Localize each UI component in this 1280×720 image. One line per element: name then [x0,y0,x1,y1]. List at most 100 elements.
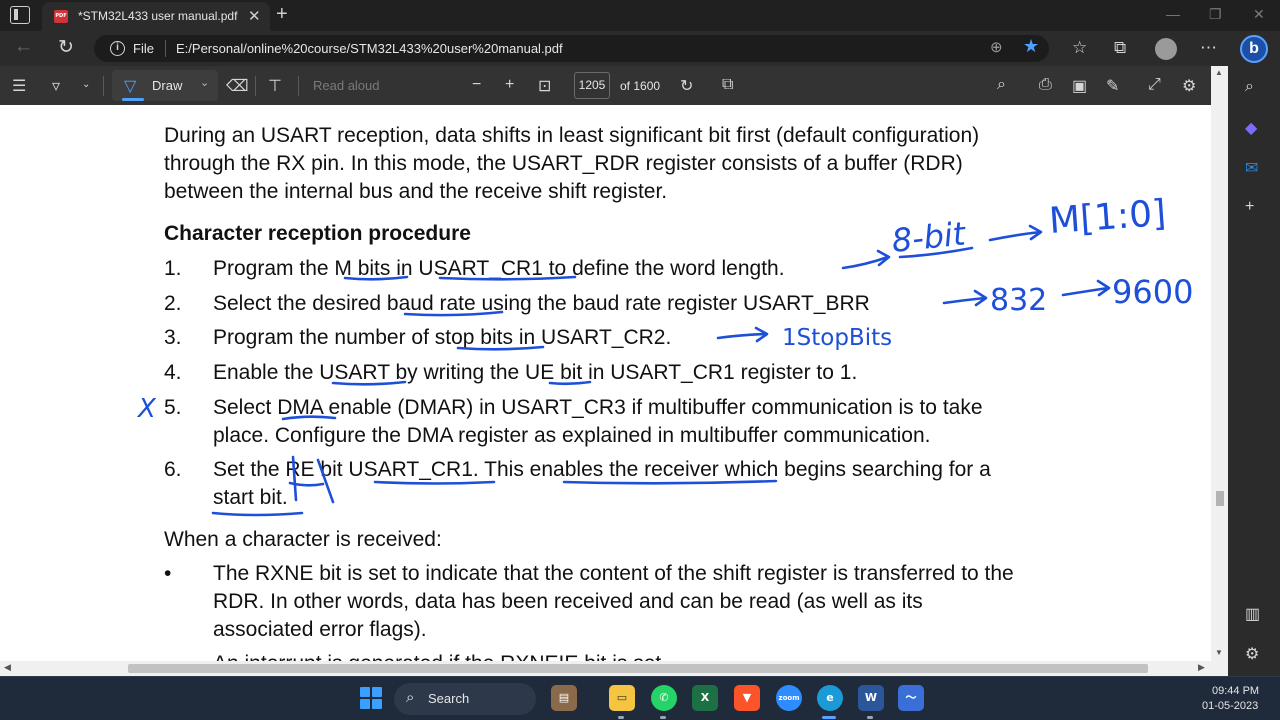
ink-word-length: 8-bit [890,214,969,260]
minimize-icon[interactable]: — [1166,6,1180,22]
pdf-toolbar: ☰ ▿ ⌄ ▽ Draw ⌄ ⌫ ⊤ Read aloud − + ⊡ 1205… [0,66,1211,105]
search-icon[interactable]: ⌕ [997,76,1006,94]
ink-m-field: M[1:0] [1048,193,1168,242]
start-windows-icon[interactable] [360,687,382,709]
new-tab-icon[interactable]: + [276,3,288,26]
refresh-icon[interactable]: ↻ [58,36,74,59]
bing-copilot-icon[interactable]: b [1240,35,1268,63]
step-text: start bit. [213,486,288,509]
zoom-out-icon[interactable]: − [472,76,481,94]
step-text: Program the M bits in USART_CR1 to defin… [213,257,785,280]
scroll-up-icon[interactable]: ▲ [1215,68,1223,77]
zoom-icon[interactable]: ⊕ [990,38,1003,56]
horizontal-scrollbar[interactable]: ◀ ▶ [0,661,1211,676]
step-number: 6. [164,458,182,481]
save-as-icon[interactable]: ✎ [1106,76,1119,96]
edge-icon[interactable]: e [817,685,843,711]
highlight-icon[interactable]: ▿ [52,76,60,96]
intro-line: between the internal bus and the receive… [164,180,668,203]
brave-icon[interactable]: ▼ [734,685,760,711]
scrollbar-corner [1211,661,1228,676]
copilot-icon[interactable]: ◆ [1245,118,1257,138]
maximize-icon[interactable]: ❐ [1209,6,1222,23]
step-number: 1. [164,257,182,280]
draw-label: Draw [152,78,183,93]
ink-arrow [942,289,988,307]
pen-icon: ▽ [124,78,137,95]
profile-avatar[interactable] [1155,38,1177,60]
ink-baud-rate: 9600 [1112,273,1193,311]
browser-tab[interactable]: PDF *STM32L433 user manual.pdf ✕ [42,2,270,31]
collections-icon[interactable]: ⧉ [1114,38,1126,58]
chevron-down-icon[interactable]: ⌄ [200,76,209,89]
pdf-file-icon: PDF [54,10,68,23]
scroll-right-icon[interactable]: ▶ [1198,662,1205,673]
rotate-icon[interactable]: ↻ [680,76,693,96]
whatsapp-icon[interactable]: ✆ [651,685,677,711]
word-icon[interactable]: W [858,685,884,711]
step-text: place. Configure the DMA register as exp… [213,424,931,447]
ink-underline-8bit [898,246,974,259]
zoom-icon[interactable]: zoom [776,685,802,711]
page-view-icon[interactable]: ⧉ [722,76,733,94]
highlight-chevron-icon[interactable]: ⌄ [82,79,90,90]
url-text[interactable]: E:/Personal/online%20course/STM32L433%20… [176,41,563,56]
contents-icon[interactable]: ☰ [12,76,26,96]
ink-arrow [1061,279,1111,297]
taskbar-search[interactable]: ⌕ Search [394,683,536,715]
info-icon[interactable]: i [110,41,125,56]
stocks-icon[interactable]: 〜 [898,685,924,711]
more-options-icon[interactable]: ⋯ [1200,38,1217,58]
excel-icon[interactable]: X [692,685,718,711]
intro-line: through the RX pin. In this mode, the US… [164,152,963,175]
sidebar-toggle-icon[interactable]: ▥ [1245,604,1260,624]
zoom-in-icon[interactable]: + [505,76,514,94]
page-number-input[interactable]: 1205 [574,72,610,99]
url-field[interactable]: i File E:/Personal/online%20course/STM32… [94,35,1049,62]
taskbar-search-label: Search [428,691,470,706]
bullet-text-cut-off: An interrupt is generated if the RXNEIE … [213,650,667,661]
step-text: Select DMA enable (DMAR) in USART_CR3 if… [213,396,983,419]
horizontal-scroll-thumb[interactable] [128,664,1148,673]
tab-actions-icon[interactable] [10,6,30,24]
favorite-star-icon[interactable]: ★ [1023,36,1039,57]
side-panel: ⌕ ◆ ✉ + ▥ ⚙ [1228,66,1280,676]
step-text: Enable the USART by writing the UE bit i… [213,361,858,384]
page-total-label: of 1600 [620,79,661,93]
active-indicator [822,716,836,719]
vertical-scroll-thumb[interactable] [1216,491,1224,506]
draw-button[interactable]: ▽ Draw ⌄ [112,70,218,101]
text-box-icon[interactable]: ⊤ [268,76,282,96]
settings-gear-icon[interactable]: ⚙ [1182,76,1196,96]
step-number: 4. [164,361,182,384]
vertical-scrollbar[interactable]: ▲ ▼ [1211,66,1228,661]
back-icon[interactable]: ← [14,36,33,58]
outlook-icon[interactable]: ✉ [1245,158,1258,178]
favorites-icon[interactable]: ☆ [1072,38,1087,58]
sidebar-settings-icon[interactable]: ⚙ [1245,644,1259,664]
read-aloud-button[interactable]: Read aloud [313,78,380,93]
scroll-left-icon[interactable]: ◀ [4,662,11,673]
ink-baud-value: 832 [990,283,1047,318]
clock-date[interactable]: 01-05-2023 [1202,700,1258,712]
step-text: Program the number of stop bits in USART… [213,326,672,349]
title-bar: PDF *STM32L433 user manual.pdf ✕ + — ❐ ✕ [0,0,1280,31]
ink-arrow [841,249,891,270]
fullscreen-icon[interactable]: ⤢ [1148,76,1161,94]
eraser-icon[interactable]: ⌫ [226,76,249,96]
tab-close-icon[interactable]: ✕ [248,7,261,25]
address-bar: ← ↻ i File E:/Personal/online%20course/S… [0,31,1280,66]
close-window-icon[interactable]: ✕ [1253,6,1265,23]
step-number: 2. [164,292,182,315]
file-explorer-icon[interactable]: ▭ [609,685,635,711]
step-text: Select the desired baud rate using the b… [213,292,870,315]
add-icon[interactable]: + [1245,198,1254,216]
scroll-down-icon[interactable]: ▼ [1215,648,1223,657]
toolbar-divider [255,76,256,96]
save-icon[interactable]: ▣ [1072,76,1087,96]
search-icon[interactable]: ⌕ [1245,78,1254,96]
fit-to-page-icon[interactable]: ⊡ [538,76,551,96]
print-icon[interactable]: ⎙ [1039,76,1052,94]
clock-time[interactable]: 09:44 PM [1212,685,1259,697]
widget-icon[interactable]: ▤ [551,685,577,711]
